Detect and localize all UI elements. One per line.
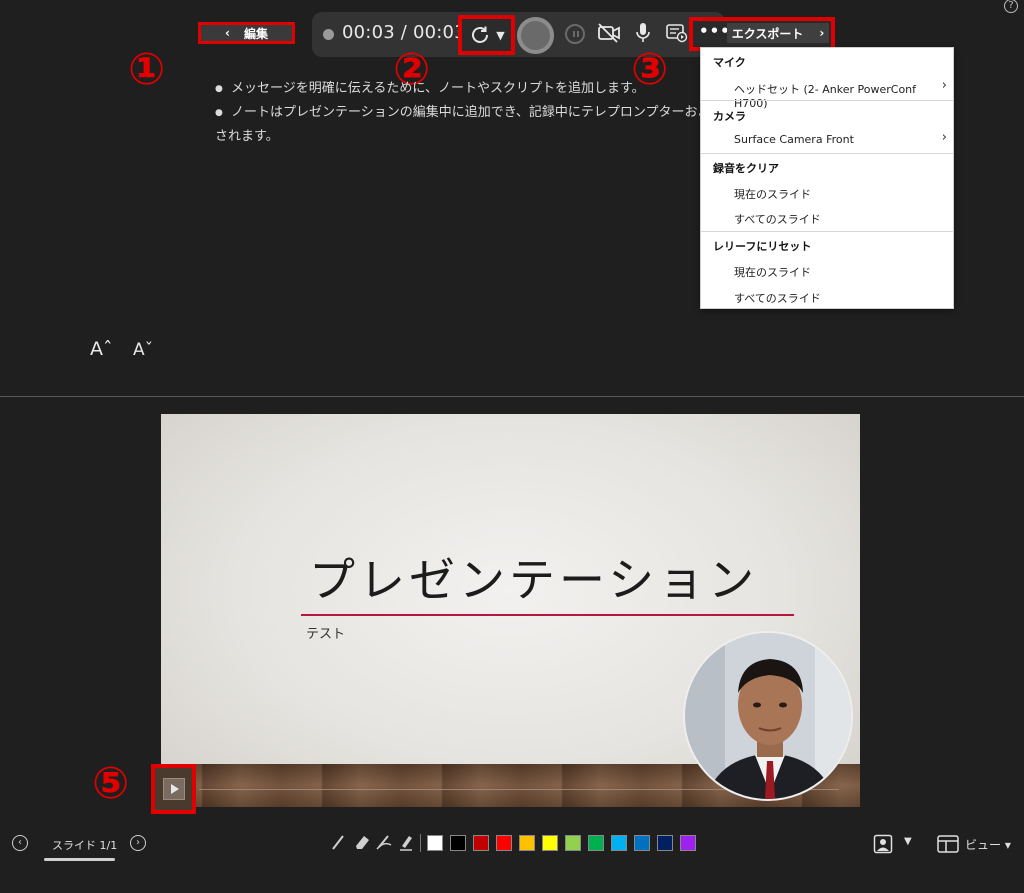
edit-button-label: 編集: [243, 26, 268, 41]
dropdown-arrow-icon[interactable]: ▼: [496, 29, 504, 42]
more-options-button[interactable]: •••: [699, 22, 731, 40]
slide-preview: プレゼンテーション テスト: [161, 414, 860, 807]
menu-separator: [701, 100, 953, 101]
export-button-label: エクスポート: [731, 26, 804, 41]
view-button[interactable]: ビュー ▾: [965, 836, 1011, 853]
menu-item-clear-all[interactable]: すべてのスライド: [734, 211, 821, 227]
view-layout-icon[interactable]: [937, 835, 959, 853]
highlighter-icon[interactable]: [398, 833, 414, 851]
recording-status-dot: [323, 29, 334, 40]
menu-separator: [701, 231, 953, 232]
ink-color-swatch[interactable]: [450, 835, 466, 851]
notes-bullet-2: ノートはプレゼンテーションの編集中に追加でき、記録中にテレプロンプターおよび発表…: [215, 101, 715, 125]
chevron-left-icon: ‹: [225, 26, 230, 40]
record-button[interactable]: [517, 17, 554, 54]
retake-button[interactable]: ▼: [458, 15, 515, 55]
next-slide-button[interactable]: ›: [130, 835, 146, 851]
slide-title-underline: [301, 614, 794, 616]
pen-icon[interactable]: [330, 833, 346, 851]
play-icon-container: [162, 778, 185, 800]
ink-color-swatch[interactable]: [496, 835, 512, 851]
menu-separator: [701, 153, 953, 154]
presenter-avatar: [685, 633, 851, 799]
ink-color-swatch[interactable]: [542, 835, 558, 851]
menu-header-clear: 録音をクリア: [713, 162, 779, 175]
speaker-notes[interactable]: メッセージを明確に伝えるために、ノートやスクリプトを追加します。 ノートはプレゼ…: [215, 77, 715, 149]
menu-header-reset: レリーフにリセット: [713, 240, 812, 253]
ink-color-swatch[interactable]: [565, 835, 581, 851]
toolbar-divider: [420, 834, 421, 852]
slide-counter: スライド 1/1: [52, 839, 118, 852]
menu-item-reset-current[interactable]: 現在のスライド: [734, 264, 811, 280]
menu-header-camera: カメラ: [713, 110, 746, 123]
menu-header-mic: マイク: [713, 56, 746, 69]
teleprompter-icon[interactable]: [666, 23, 688, 43]
previous-slide-button[interactable]: ‹: [12, 835, 28, 851]
ink-color-swatch[interactable]: [473, 835, 489, 851]
pause-button[interactable]: [565, 24, 585, 44]
ink-color-swatch[interactable]: [519, 835, 535, 851]
annotation-5: ⑤: [92, 758, 130, 809]
slide-subtitle: テスト: [306, 627, 346, 642]
clear-ink-icon[interactable]: [375, 833, 393, 851]
increase-font-button[interactable]: Aˆ: [90, 338, 113, 360]
menu-item-clear-current[interactable]: 現在のスライド: [734, 186, 811, 202]
recording-timer: 00:03 / 00:03: [342, 22, 466, 43]
ink-color-swatch[interactable]: [427, 835, 443, 851]
ink-color-swatch[interactable]: [634, 835, 650, 851]
camera-layout-icon[interactable]: [873, 834, 893, 854]
decrease-font-button[interactable]: Aˇ: [133, 340, 153, 360]
export-button[interactable]: エクスポート ›: [727, 23, 829, 43]
play-icon: [170, 784, 179, 794]
eraser-icon[interactable]: [353, 833, 371, 851]
menu-item-reset-all[interactable]: すべてのスライド: [734, 290, 821, 306]
more-options-menu: マイク ヘッドセット (2- Anker PowerConf H700) › カ…: [700, 47, 954, 309]
menu-item-mic-device[interactable]: ヘッドセット (2- Anker PowerConf H700): [734, 81, 953, 110]
microphone-icon[interactable]: [634, 21, 652, 45]
slide-counter-underline: [44, 858, 115, 861]
camera-preview: [683, 631, 853, 801]
panel-divider[interactable]: [0, 396, 1024, 397]
chevron-right-icon: ›: [819, 26, 825, 40]
retake-icon: [472, 26, 489, 43]
chevron-right-icon: ›: [941, 130, 947, 145]
ink-color-swatch[interactable]: [588, 835, 604, 851]
notes-bullet-2-cont: されます。: [215, 129, 279, 144]
slide-title: プレゼンテーション: [309, 553, 759, 607]
chevron-right-icon: ›: [941, 78, 947, 93]
camera-off-icon[interactable]: [597, 22, 621, 44]
notes-bullet-1: メッセージを明確に伝えるために、ノートやスクリプトを追加します。: [215, 77, 715, 101]
help-icon[interactable]: ?: [1004, 0, 1018, 13]
ink-color-swatch[interactable]: [611, 835, 627, 851]
menu-item-camera-device[interactable]: Surface Camera Front: [734, 133, 854, 146]
camera-layout-dropdown[interactable]: ▼: [904, 836, 912, 847]
play-button[interactable]: [151, 764, 196, 814]
annotation-1: ①: [128, 44, 166, 95]
ink-color-swatch[interactable]: [680, 835, 696, 851]
ink-color-swatch[interactable]: [657, 835, 673, 851]
edit-button[interactable]: ‹ 編集: [198, 22, 295, 44]
